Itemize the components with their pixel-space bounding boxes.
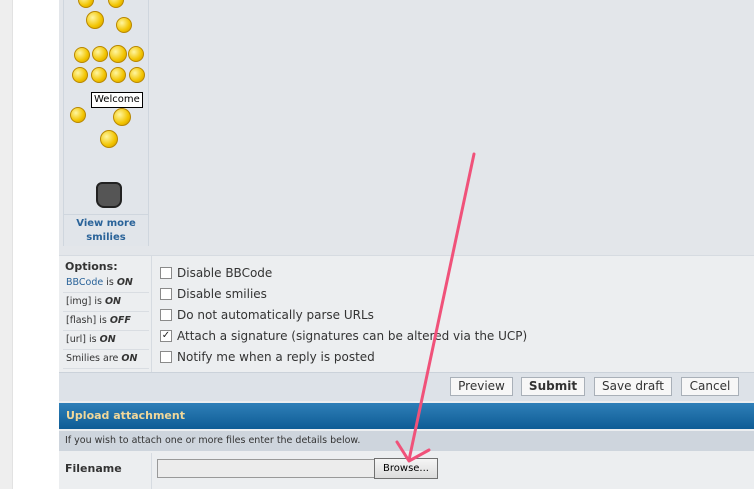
status-smilies: Smilies are ON	[63, 350, 149, 369]
neutral-smiley-icon[interactable]	[72, 67, 88, 83]
filename-label: Filename	[65, 462, 122, 475]
helmet-icon[interactable]	[96, 182, 122, 208]
left-gutter	[0, 0, 13, 489]
disable-bbcode-option[interactable]: Disable BBCode	[160, 262, 527, 283]
editor-area: Welcome View more smilies	[59, 0, 754, 255]
options-section: Options: BBCode is ON [img] is ON [flash…	[59, 255, 754, 373]
thumbs-up-smiley-icon[interactable]	[128, 46, 144, 62]
browse-button[interactable]: Browse...	[374, 458, 438, 479]
upload-info-text: If you wish to attach one or more files …	[59, 431, 754, 451]
exclaim-icon[interactable]	[91, 67, 107, 83]
smile-icon[interactable]	[100, 130, 118, 148]
confused-smiley-icon[interactable]	[116, 17, 132, 33]
checkbox[interactable]	[160, 287, 172, 300]
status-url: [url] is ON	[63, 331, 149, 350]
status-img: [img] is ON	[63, 293, 149, 312]
smilies-panel: Welcome View more smilies	[63, 0, 149, 246]
checkbox[interactable]	[160, 266, 172, 279]
welcome-sign-smiley[interactable]: Welcome	[91, 92, 143, 108]
divider	[151, 453, 152, 489]
checkbox[interactable]	[160, 308, 172, 321]
file-path-input[interactable]	[157, 459, 375, 478]
preview-button[interactable]: Preview	[450, 377, 513, 396]
options-status-list: BBCode is ON [img] is ON [flash] is OFF …	[63, 274, 149, 369]
posting-form: Welcome View more smilies Options: BBCod…	[59, 0, 754, 489]
smiley-icon[interactable]	[78, 0, 94, 8]
arrow-icon[interactable]	[70, 107, 86, 123]
view-more-smilies-link[interactable]: View more smilies	[64, 214, 148, 245]
disable-url-parse-option[interactable]: Do not automatically parse URLs	[160, 304, 527, 325]
divider	[151, 256, 152, 373]
save-draft-button[interactable]: Save draft	[594, 377, 672, 396]
popcorn-smiley-icon[interactable]	[86, 11, 104, 29]
grin-smiley-icon[interactable]	[109, 45, 127, 63]
option-checkboxes: Disable BBCode Disable smilies Do not au…	[160, 262, 527, 367]
filename-row: Filename Browse...	[59, 453, 754, 489]
checkbox-checked[interactable]: ✓	[160, 329, 172, 342]
clap-smiley-icon[interactable]	[92, 46, 108, 62]
thumbs-smiley-icon[interactable]	[74, 47, 90, 63]
notify-reply-option[interactable]: Notify me when a reply is posted	[160, 346, 527, 367]
bbcode-help-link[interactable]: BBCode	[66, 277, 103, 288]
upload-attachment-tab[interactable]: Upload attachment	[59, 403, 754, 429]
checkbox[interactable]	[160, 350, 172, 363]
options-title: Options:	[65, 260, 118, 273]
cancel-button[interactable]: Cancel	[681, 377, 739, 396]
question-icon[interactable]	[110, 67, 126, 83]
smiley-icon[interactable]	[108, 0, 124, 8]
submit-button[interactable]: Submit	[521, 377, 585, 396]
form-button-bar: Preview Submit Save draft Cancel	[59, 372, 754, 401]
status-flash: [flash] is OFF	[63, 312, 149, 331]
attach-signature-option[interactable]: ✓ Attach a signature (signatures can be a…	[160, 325, 527, 346]
wave-smiley-icon[interactable]	[113, 108, 131, 126]
status-bbcode: BBCode is ON	[63, 274, 149, 293]
disable-smilies-option[interactable]: Disable smilies	[160, 283, 527, 304]
idea-icon[interactable]	[129, 67, 145, 83]
